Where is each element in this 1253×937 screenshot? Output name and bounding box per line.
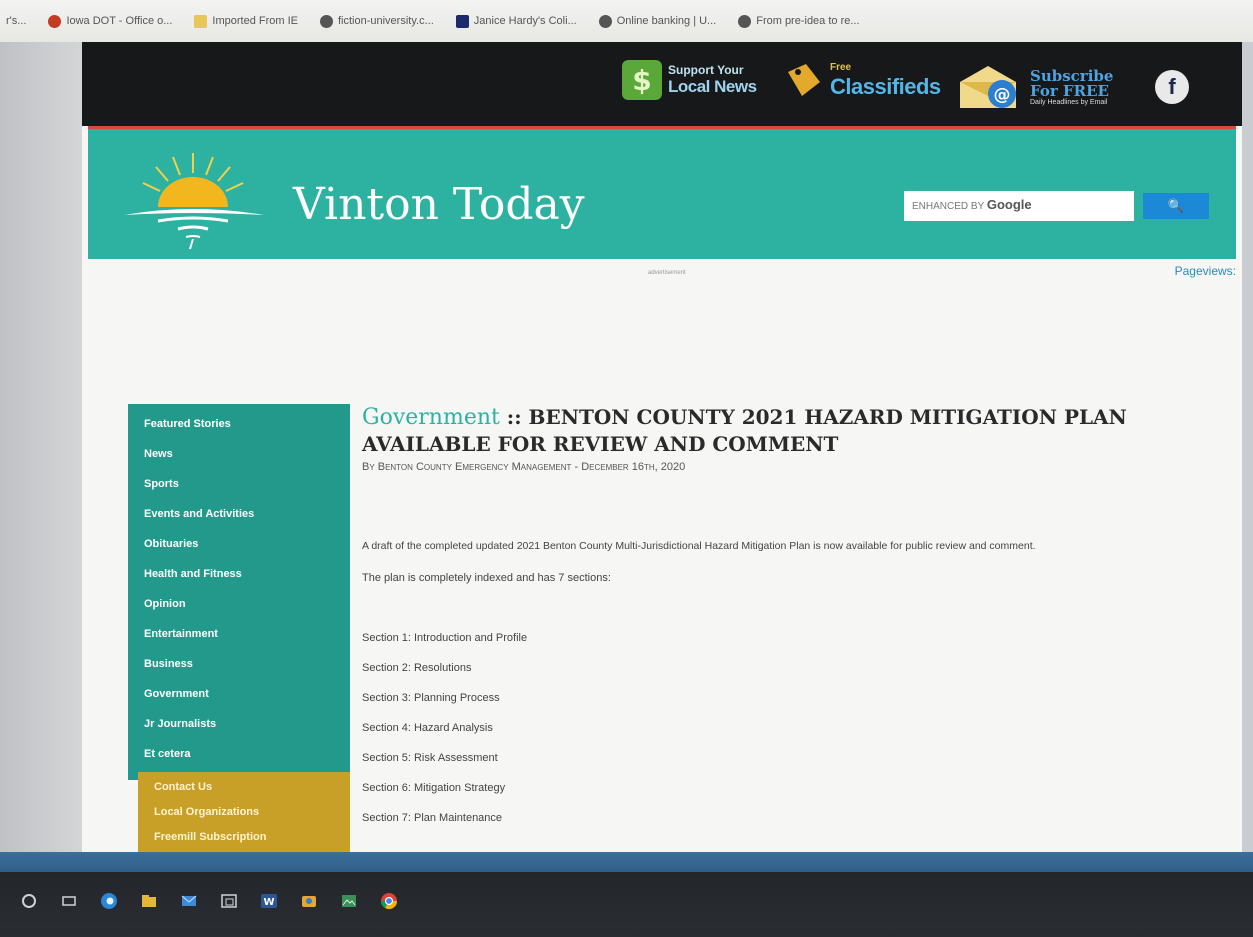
sidebar-item-opinion[interactable]: Opinion: [128, 592, 350, 622]
bookmark-label: Iowa DOT - Office o...: [66, 15, 173, 27]
bookmark-item[interactable]: r's...: [6, 15, 26, 27]
bookmarks-bar: r's... Iowa DOT - Office o... Imported F…: [0, 0, 1253, 42]
edge-icon[interactable]: [100, 892, 118, 910]
sidebar-item-et-cetera[interactable]: Et cetera: [128, 742, 350, 772]
tag-icon: [788, 64, 820, 96]
sidebar-item-subscription[interactable]: Freemill Subscription: [138, 822, 350, 847]
svg-text:@: @: [994, 85, 1011, 105]
article: Government :: BENTON COUNTY 2021 HAZARD …: [362, 404, 1242, 824]
site-title[interactable]: Vinton Today: [293, 179, 585, 230]
promo-small-text: Free: [830, 61, 852, 73]
taskbar-top-strip: [0, 852, 1253, 872]
sidebar-item-health[interactable]: Health and Fitness: [128, 562, 350, 592]
sidebar-item-business[interactable]: Business: [128, 652, 350, 682]
article-byline: By Benton County Emergency Management - …: [362, 461, 686, 473]
bookmark-label: Online banking | U...: [616, 15, 717, 27]
sunrise-logo-icon[interactable]: [118, 145, 268, 255]
sidebar-nav: Featured Stories News Sports Events and …: [128, 404, 350, 780]
bookmark-label: From pre-idea to re...: [756, 15, 860, 27]
svg-text:W: W: [263, 897, 274, 908]
section-item: Section 3: Planning Process: [362, 692, 500, 704]
section-item: Section 1: Introduction and Profile: [362, 632, 528, 644]
search-input[interactable]: ENHANCED BY Google: [904, 191, 1134, 221]
globe-icon: [738, 14, 752, 28]
start-circle-icon[interactable]: [20, 892, 38, 910]
free-classifieds-link[interactable]: Free Classifieds: [784, 60, 941, 100]
sidebar-item-contact[interactable]: Contact Us: [138, 772, 350, 797]
bookmark-item[interactable]: Iowa DOT - Office o...: [48, 14, 173, 28]
search-icon: 🔍: [1167, 198, 1185, 213]
section-item: Section 7: Plan Maintenance: [362, 812, 503, 824]
article-paragraph: A draft of the completed updated 2021 Be…: [362, 540, 1036, 552]
bookmark-item[interactable]: Online banking | U...: [598, 14, 717, 28]
sidebar-secondary-nav: Contact Us Local Organizations Freemill …: [138, 772, 350, 852]
window-icon[interactable]: [220, 892, 238, 910]
search-button[interactable]: 🔍: [1143, 193, 1209, 219]
sidebar-item-jr-journalists[interactable]: Jr Journalists: [128, 712, 350, 742]
article-paragraph: The plan is completely indexed and has 7…: [362, 572, 611, 584]
section-item: Section 2: Resolutions: [362, 662, 472, 674]
site-favicon-icon: [455, 14, 469, 28]
sidebar-item-news[interactable]: News: [128, 442, 350, 472]
promo-bar: $ Support Your Local News Free Classifie…: [82, 42, 1242, 126]
support-local-news-link[interactable]: $ Support Your Local News: [622, 60, 757, 100]
bookmark-label: Imported From IE: [212, 15, 298, 27]
subscribe-subtitle: For FREE: [1030, 81, 1109, 100]
email-envelope-icon: @: [960, 66, 1016, 108]
dollar-icon: $: [622, 60, 662, 100]
section-item: Section 4: Hazard Analysis: [362, 722, 493, 734]
sidebar-item-events[interactable]: Events and Activities: [128, 502, 350, 532]
bookmark-label: r's...: [6, 15, 27, 27]
pageviews-label: Pageviews:: [1174, 264, 1236, 278]
article-category-link[interactable]: Government: [362, 405, 500, 430]
sidebar-item-government[interactable]: Government: [128, 682, 350, 712]
mail-icon[interactable]: [180, 892, 198, 910]
facebook-icon[interactable]: f: [1155, 70, 1189, 104]
sidebar-item-sports[interactable]: Sports: [128, 472, 350, 502]
site-favicon-icon: [48, 14, 62, 28]
task-view-icon[interactable]: [60, 892, 78, 910]
globe-icon: [319, 14, 333, 28]
article-headline: Government :: BENTON COUNTY 2021 HAZARD …: [362, 404, 1242, 457]
promo-small-text: Support Your: [668, 62, 744, 77]
folder-icon: [194, 14, 208, 28]
chrome-icon[interactable]: [380, 892, 398, 910]
headline-separator: ::: [499, 405, 529, 429]
subscribe-caption: Daily Headlines by Email: [1030, 98, 1108, 106]
section-item: Section 6: Mitigation Strategy: [362, 782, 506, 794]
site-header: Vinton Today ENHANCED BY Google 🔍: [88, 126, 1236, 259]
photos-icon[interactable]: [340, 892, 358, 910]
bookmark-label: fiction-university.c...: [337, 15, 434, 27]
globe-icon: [598, 14, 612, 28]
search-prefix: ENHANCED BY: [912, 201, 985, 212]
sidebar-item-entertainment[interactable]: Entertainment: [128, 622, 350, 652]
file-explorer-icon[interactable]: [140, 892, 158, 910]
taskbar-icons: W: [20, 892, 398, 910]
bookmark-folder[interactable]: Imported From IE: [194, 14, 298, 28]
website: $ Support Your Local News Free Classifie…: [82, 42, 1242, 852]
bookmark-item[interactable]: Janice Hardy's Coli...: [455, 14, 577, 28]
page-background: [0, 42, 82, 852]
bookmark-label: Janice Hardy's Coli...: [473, 15, 577, 27]
windows-taskbar: W: [0, 852, 1253, 937]
promo-big-text: Local News: [668, 76, 757, 96]
section-item: Section 5: Risk Assessment: [362, 752, 498, 764]
subscribe-free-link[interactable]: @ Subscribe For FREE Daily Headlines by …: [958, 64, 1113, 110]
sidebar-item-local-orgs[interactable]: Local Organizations: [138, 797, 350, 822]
search-brand: Google: [986, 197, 1032, 212]
sidebar-item-obituaries[interactable]: Obituaries: [128, 532, 350, 562]
folder-app-icon[interactable]: [300, 892, 318, 910]
svg-text:$: $: [632, 64, 651, 97]
sidebar-item-featured-stories[interactable]: Featured Stories: [128, 412, 350, 442]
bookmark-item[interactable]: From pre-idea to re...: [738, 14, 860, 28]
ad-label: advertisement: [648, 270, 686, 276]
word-icon[interactable]: W: [260, 892, 278, 910]
bookmark-item[interactable]: fiction-university.c...: [319, 14, 434, 28]
promo-big-text: Classifieds: [830, 73, 941, 99]
